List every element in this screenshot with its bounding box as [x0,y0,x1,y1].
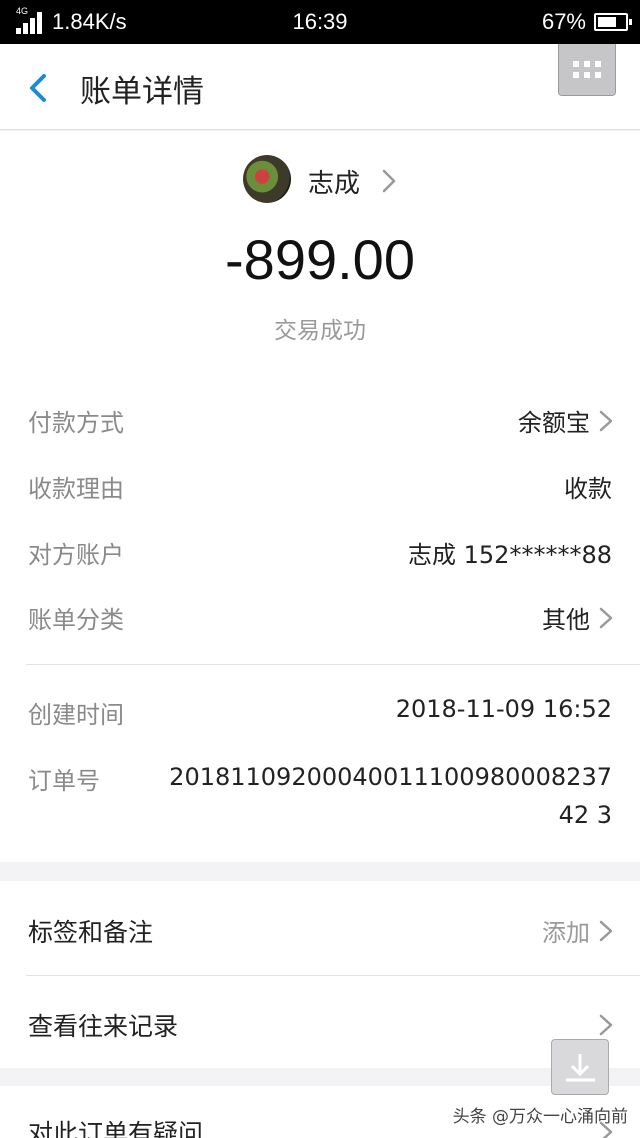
payment-reason-row: 收款理由 收款 [0,463,640,507]
download-icon [566,1054,595,1082]
tags-notes-button[interactable]: 标签和备注 添加 [0,881,640,975]
row-label: 收款理由 [28,475,124,503]
row-label: 创建时间 [28,701,124,729]
order-number: 2018110920004001110098000823742 3 [169,763,612,829]
chevron-left-icon [30,74,46,102]
chevron-right-icon [599,1014,613,1036]
watermark: 头条 @万众一心涌向前 [452,1107,628,1127]
payee-name: 志成 [308,169,361,199]
payment-method-row[interactable]: 付款方式 余额宝 [0,397,640,441]
row-value: 其他 [542,606,590,634]
page-title: 账单详情 [80,74,204,110]
download-button[interactable] [551,1039,609,1095]
item-label: 查看往来记录 [28,1012,179,1041]
avatar [243,155,291,203]
row-value: 收款 [564,475,612,503]
row-value: 2018-11-09 16:52 [395,695,612,723]
row-label: 付款方式 [28,409,124,437]
item-label: 对此订单有疑问 [28,1119,204,1138]
status-bar: 4G 1.84K/s 16:39 67% [0,0,640,44]
row-label: 订单号 [28,767,100,795]
amount: -899.00 [225,228,415,291]
add-hint: 添加 [542,919,590,947]
divider [26,664,640,665]
chevron-right-icon [599,607,613,629]
transaction-status: 交易成功 [274,318,366,344]
bill-category-row[interactable]: 账单分类 其他 [0,594,640,638]
row-value: 余额宝 [518,409,590,437]
transaction-history-button[interactable]: 查看往来记录 [0,975,640,1069]
item-label: 标签和备注 [28,918,154,947]
created-time-row: 创建时间 2018-11-09 16:52 [0,689,640,733]
nav-header: 账单详情 [0,44,640,130]
grid-icon [573,61,603,79]
chevron-right-icon [599,410,613,432]
bill-detail-card: 志成 -899.00 交易成功 付款方式 余额宝 收款理由 收款 对方账户 志成… [0,131,640,862]
row-label: 账单分类 [28,606,124,634]
chevron-right-icon [599,920,613,942]
battery-percent: 67% [541,9,586,34]
row-label: 对方账户 [28,541,124,569]
payee-link[interactable]: 志成 [0,155,640,205]
battery-icon [594,13,632,31]
counterparty-row: 对方账户 志成 152******88 [0,529,640,573]
actions-section: 标签和备注 添加 查看往来记录 [0,881,640,1068]
chevron-right-icon [382,169,396,193]
menu-button[interactable] [558,44,616,96]
back-button[interactable] [22,68,58,108]
row-value: 志成 152******88 [408,541,612,569]
